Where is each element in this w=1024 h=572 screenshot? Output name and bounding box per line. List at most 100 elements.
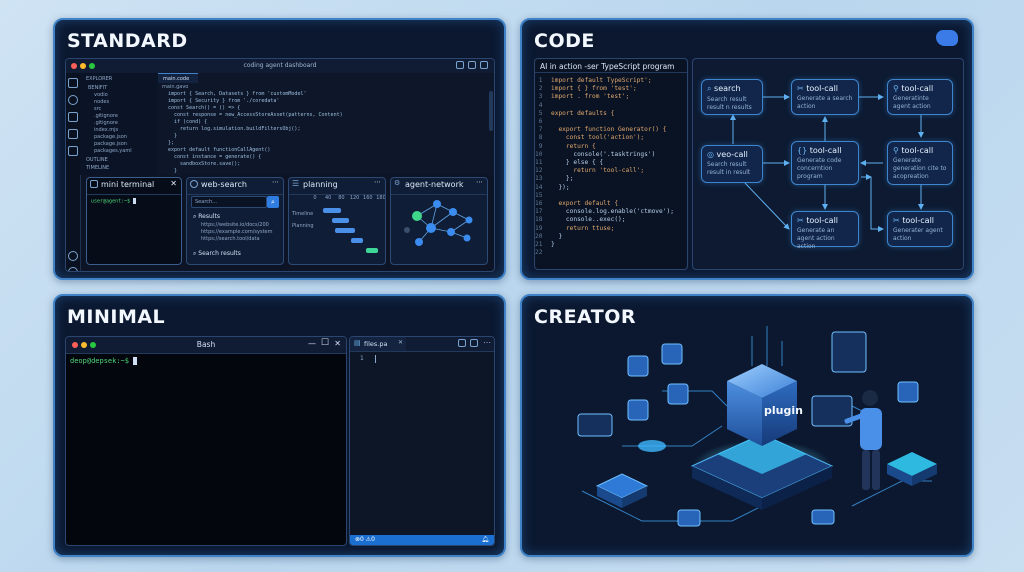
file-tree-item[interactable]: .gitignore [88,113,158,120]
file-tree-item[interactable]: src [88,106,158,113]
code-line: 15 [535,192,687,200]
gantt-bar[interactable] [351,238,363,243]
code-text: import { } from 'test'; [551,85,637,93]
globe-icon [190,180,198,188]
more-icon[interactable]: ⋯ [374,178,381,186]
maximize-icon[interactable]: ☐ [321,338,329,348]
axis-tick-label: 160 [363,195,373,201]
creator-panel: CREATOR plugin [520,294,974,557]
bell-icon[interactable]: 🔔︎ [481,536,489,543]
flow-node-tool-call-3[interactable]: {} tool-call Generate code concerntion p… [791,141,859,185]
file-tree-item[interactable]: package.json [88,141,158,148]
settings-gear-icon[interactable] [68,267,78,271]
gantt-bar[interactable] [322,208,342,213]
gear-tile-icon [627,355,649,377]
editor-tab[interactable]: main.code [158,73,198,83]
flow-node-tool-call-6[interactable]: ✂ tool-call Generater agent action [887,211,953,247]
network-node [433,200,441,208]
more-icon[interactable]: ⋯ [483,338,491,347]
search-button[interactable]: ⌕ [267,196,279,208]
code-line: sandboxStore.save(); [168,161,241,167]
debug-icon[interactable] [68,129,78,139]
list-icon: ☰ [292,179,300,188]
agent-network-title: agent-network [405,180,464,189]
close-icon[interactable]: ✕ [334,339,341,348]
code-line: 17 console.log.enable('ctmove'); [535,208,687,216]
gantt-bar[interactable] [366,248,379,253]
file-tree: BENIFIT vodio nodes src .gitignore .gitignore… [80,85,158,155]
editor-scrollbar[interactable] [489,91,493,131]
flow-node-tool-call-2[interactable]: ⚲ tool-call Generatinte agent action [887,79,953,115]
search-result-link[interactable]: https://search.tool/data [201,236,272,243]
code-line: 10 console('.tasktrings') [535,151,687,159]
creator-illustration [577,326,937,527]
gantt-bar[interactable] [332,218,350,223]
outline-label[interactable]: OUTLINE [86,157,108,163]
layout-icon[interactable] [470,339,478,347]
planning-header: ☰ planning ⋯ [289,178,385,195]
extensions-icon[interactable] [68,146,78,156]
close-icon[interactable]: ✕ [170,179,177,188]
gantt-bar[interactable] [334,228,355,233]
terminal-prompt: user@agent:~$ [91,198,134,205]
more-icon[interactable]: ⋯ [476,178,483,186]
code-line: 21} [535,241,687,249]
file-tab[interactable]: ▤ files.pa ✕ [350,337,406,351]
flow-node-tool-call-5[interactable]: ✂ tool-call Generate an agent action act… [791,211,859,250]
mini-terminal-card: mini terminal ✕ user@agent:~$ [86,177,182,265]
web-search-title: web-search [201,180,248,189]
file-tree-item[interactable]: vodio [88,92,158,99]
line-number: 12 [535,167,543,175]
flow-node-tool-call-4[interactable]: ⚲ tool-call Generate generation cite to … [887,141,953,185]
code-editor[interactable]: 1 import default TypeScript'; 2 import { }… [535,77,687,257]
flow-node-tool-call-1[interactable]: ✂ tool-call Generate a search action [791,79,859,115]
code-text: import default TypeScript'; [551,77,652,84]
problems-count[interactable]: ⊗0 ⚠0 [355,536,375,543]
split-icon[interactable] [458,339,466,347]
file-tree-item[interactable]: nodes [88,99,158,106]
code-editor[interactable]: import { Search, Datasets } from 'custom… [158,91,486,175]
file-tab-bar: ▤ files.pa ✕ ⋯ [350,337,494,352]
search-input[interactable]: Search... [191,196,267,208]
minimize-icon[interactable]: — [308,339,316,348]
code-text: }; [551,175,574,183]
search-icon[interactable] [68,95,78,105]
search-result-link[interactable]: https://website.io/docs/200 [201,222,272,229]
layout-icon[interactable] [456,61,464,69]
timeline-label[interactable]: TIMELINE [86,165,109,171]
network-node [404,227,410,233]
split-icon[interactable] [468,61,476,69]
code-editor-window: AI in action -ser TypeScript program 1 im… [534,58,688,270]
line-number: 16 [535,200,543,208]
search-result-link[interactable]: https://example.com/system [201,229,272,236]
code-line: 22 [535,249,687,257]
file-tree-item[interactable]: index.mjs [88,127,158,134]
close-tab-icon[interactable]: ✕ [398,339,403,346]
code-text: console.log.enable('ctmove'); [551,208,674,216]
more-icon[interactable]: ⋯ [272,178,279,186]
code-text: console('.tasktrings') [551,150,656,158]
line-number: 14 [535,183,543,191]
file-tree-item[interactable]: BENIFIT [88,85,158,92]
axis-tick-label: 40 [325,195,332,201]
code-line: 5 export defaults { [535,110,687,118]
code-line: if (cond) { [168,119,208,125]
python-tile-icon [897,381,919,403]
file-tree-item[interactable]: package.json [88,134,158,141]
account-icon[interactable] [68,251,78,261]
source-control-icon[interactable] [68,112,78,122]
code-title: CODE [534,30,595,52]
flow-node-veo-call[interactable]: ◎ veo-call Search result result in resul… [701,145,763,183]
files-icon[interactable] [68,78,78,88]
panel-icon[interactable] [480,61,488,69]
editor-cursor [375,355,376,363]
file-tree-item[interactable]: packages.yaml [88,148,158,155]
network-node [415,238,423,246]
web-search-header: web-search ⋯ [187,178,283,195]
code-text: }); [551,183,570,191]
bash-titlebar: Bash — ☐ ✕ [66,337,346,354]
whale-logo-icon [936,30,958,46]
flow-node-search[interactable]: ⌕ search Search result result n results [701,79,763,115]
code-line: 3 import . from 'test'; [535,93,687,101]
file-tree-item[interactable]: .gitignore [88,120,158,127]
